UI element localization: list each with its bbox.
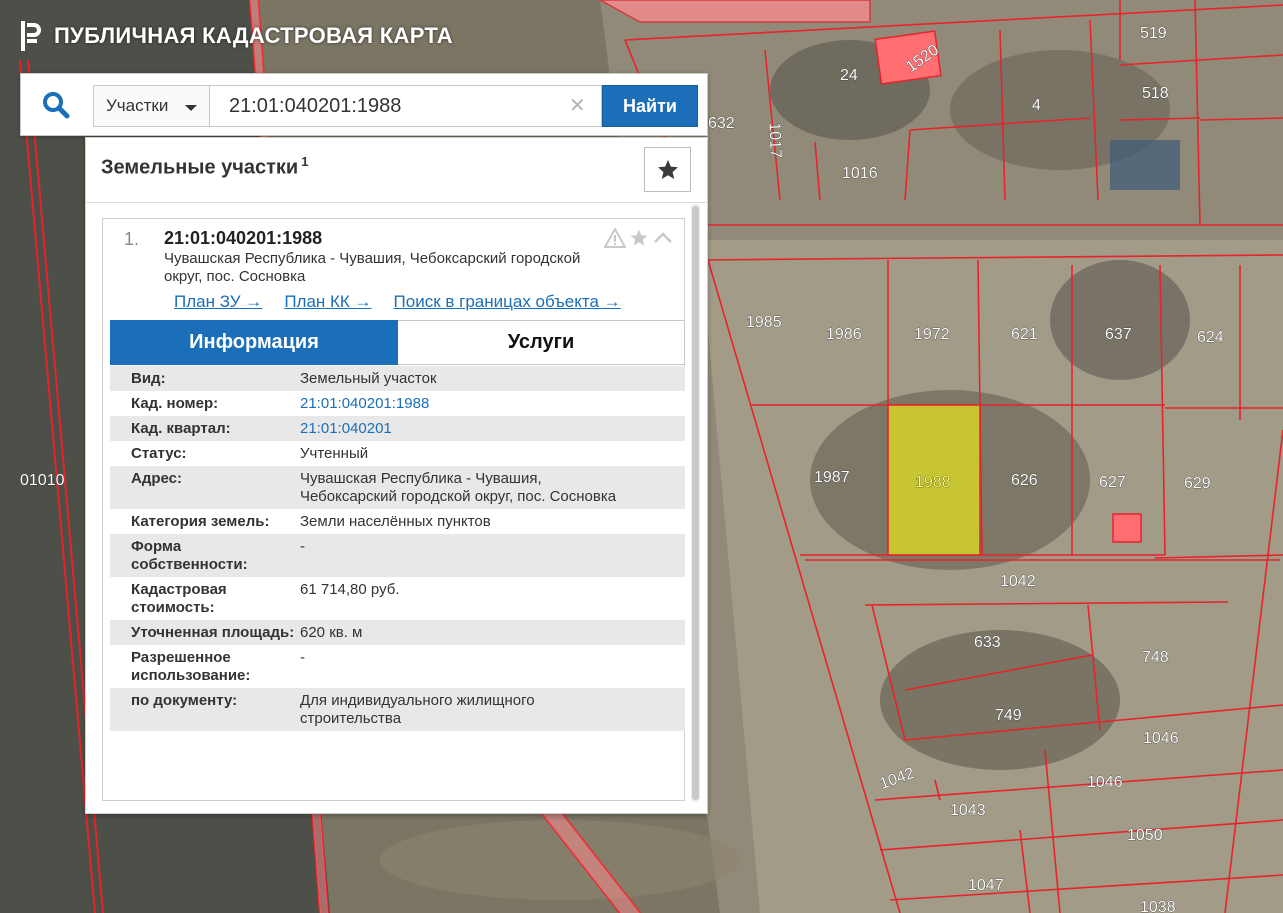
parcel-label: 1043 — [950, 802, 986, 819]
parcel-label: 519 — [1140, 25, 1167, 42]
star-icon — [657, 159, 678, 179]
info-tabs: Информация Услуги — [110, 320, 685, 365]
chevron-down-icon — [185, 105, 197, 111]
card-links: План ЗУ → План КК → Поиск в границах объ… — [174, 292, 621, 312]
info-value: 620 кв. м — [300, 624, 363, 641]
parcel-label: 621 — [1011, 326, 1038, 343]
result-index: 1. — [124, 229, 140, 249]
info-row: по документу: Для индивидуального жилищн… — [110, 688, 685, 731]
result-cad-number[interactable]: 21:01:040201:1988 — [164, 228, 322, 249]
info-row: Уточненная площадь: 620 кв. м — [110, 620, 685, 645]
panel-title: Земельные участки 1 — [101, 154, 308, 180]
app-header: ПУБЛИЧНАЯ КАДАСТРОВАЯ КАРТА — [18, 16, 453, 56]
search-in-bounds-link[interactable]: Поиск в границах объекта → — [394, 292, 621, 312]
info-row: Кад. квартал: 21:01:040201 — [110, 416, 685, 441]
info-row: Категория земель: Земли населённых пункт… — [110, 509, 685, 534]
parcel-label: 632 — [708, 115, 735, 132]
info-value: Чувашская Республика - Чувашия, Чебоксар… — [300, 470, 617, 505]
parcel-label: 1038 — [1140, 899, 1176, 913]
parcel-label: 1046 — [1143, 730, 1179, 747]
info-key: Вид: — [131, 370, 166, 387]
search-button[interactable]: Найти — [602, 85, 698, 127]
parcel-label: 1985 — [746, 314, 782, 331]
logo-icon — [21, 21, 41, 51]
clear-icon[interactable]: ✕ — [569, 96, 586, 116]
info-row: Статус: Учтенный — [110, 441, 685, 466]
panel-title-text: Земельные участки — [101, 156, 299, 179]
info-row: Форма собственности: - — [110, 534, 685, 577]
info-row: Кад. номер: 21:01:040201:1988 — [110, 391, 685, 416]
parcel-label: 01010 — [20, 472, 65, 489]
search-type-select[interactable]: Участки — [93, 85, 210, 127]
info-value: - — [300, 649, 305, 666]
info-key: Разрешенное использование: — [131, 649, 251, 684]
parcel-label: 1987 — [814, 469, 850, 486]
parcel-label: 1016 — [842, 165, 878, 182]
info-key: Кад. номер: — [131, 395, 219, 412]
info-key: Кад. квартал: — [131, 420, 231, 437]
parcel-label: 749 — [995, 707, 1022, 724]
tab-services[interactable]: Услуги — [398, 320, 685, 365]
card-actions — [604, 228, 674, 248]
info-value: - — [300, 538, 305, 555]
plan-zu-link[interactable]: План ЗУ → — [174, 292, 262, 312]
info-row: Адрес: Чувашская Республика - Чувашия, Ч… — [110, 466, 685, 509]
parcel-label: 624 — [1197, 329, 1224, 346]
parcel-label: 1017 — [766, 122, 784, 158]
info-table: Вид: Земельный участок Кад. номер: 21:01… — [110, 366, 685, 731]
divider — [86, 202, 707, 203]
parcel-label: 1042 — [1000, 573, 1036, 590]
info-value: 61 714,80 руб. — [300, 581, 400, 598]
parcel-label: 626 — [1011, 472, 1038, 489]
parcel-label: 1046 — [1087, 774, 1123, 791]
parcel-label: 24 — [840, 67, 858, 84]
favorites-button[interactable] — [644, 147, 691, 192]
parcel-label: 629 — [1184, 475, 1211, 492]
result-card[interactable]: 1. 21:01:040201:1988 Чувашская Республик… — [102, 218, 685, 801]
search-bar: Участки ✕ Найти — [20, 73, 708, 136]
chevron-up-icon[interactable] — [652, 228, 674, 248]
parcel-label: 637 — [1105, 326, 1132, 343]
parcel-label: 627 — [1099, 474, 1126, 491]
info-key: Уточненная площадь: — [131, 624, 295, 641]
results-count: 1 — [301, 154, 309, 169]
info-key: по документу: — [131, 692, 238, 709]
parcel-label: 1050 — [1127, 827, 1163, 844]
star-icon[interactable] — [628, 228, 650, 248]
results-panel: Земельные участки 1 1. 21:01:040201:1988 … — [85, 137, 708, 814]
info-value-link[interactable]: 21:01:040201 — [300, 420, 685, 438]
parcel-label: 1986 — [826, 326, 862, 343]
info-row: Разрешенное использование: - — [110, 645, 685, 688]
info-row: Вид: Земельный участок — [110, 366, 685, 391]
info-key: Адрес: — [131, 470, 182, 487]
parcel-label: 1047 — [968, 877, 1004, 894]
info-value: Учтенный — [300, 445, 369, 462]
parcel-label: 748 — [1142, 649, 1169, 666]
info-key: Статус: — [131, 445, 187, 462]
info-value-link[interactable]: 21:01:040201:1988 — [300, 395, 685, 413]
info-key: Кадастровая стоимость: — [131, 581, 227, 616]
parcel-label: 518 — [1142, 85, 1169, 102]
info-value: Земли населённых пунктов — [300, 513, 491, 530]
plan-kk-link[interactable]: План КК → — [284, 292, 371, 312]
info-key: Форма собственности: — [131, 538, 248, 573]
app-title: ПУБЛИЧНАЯ КАДАСТРОВАЯ КАРТА — [54, 23, 453, 48]
info-key: Категория земель: — [131, 513, 270, 530]
search-input[interactable] — [210, 85, 602, 127]
info-value: Для индивидуального жилищного строительс… — [300, 692, 535, 727]
warning-icon[interactable] — [604, 228, 626, 248]
search-icon[interactable] — [41, 90, 71, 120]
results-scrollbar[interactable] — [691, 204, 700, 802]
parcel-label: 633 — [974, 634, 1001, 651]
search-type-label: Участки — [106, 96, 169, 115]
parcel-label: 1972 — [914, 326, 950, 343]
scrollbar-thumb[interactable] — [692, 206, 699, 800]
tab-information[interactable]: Информация — [110, 320, 398, 365]
info-row: Кадастровая стоимость: 61 714,80 руб. — [110, 577, 685, 620]
parcel-label: 1988 — [915, 474, 951, 491]
parcel-label: 4 — [1032, 97, 1041, 114]
info-value: Земельный участок — [300, 370, 437, 387]
result-address: Чувашская Республика - Чувашия, Чебоксар… — [164, 250, 581, 285]
